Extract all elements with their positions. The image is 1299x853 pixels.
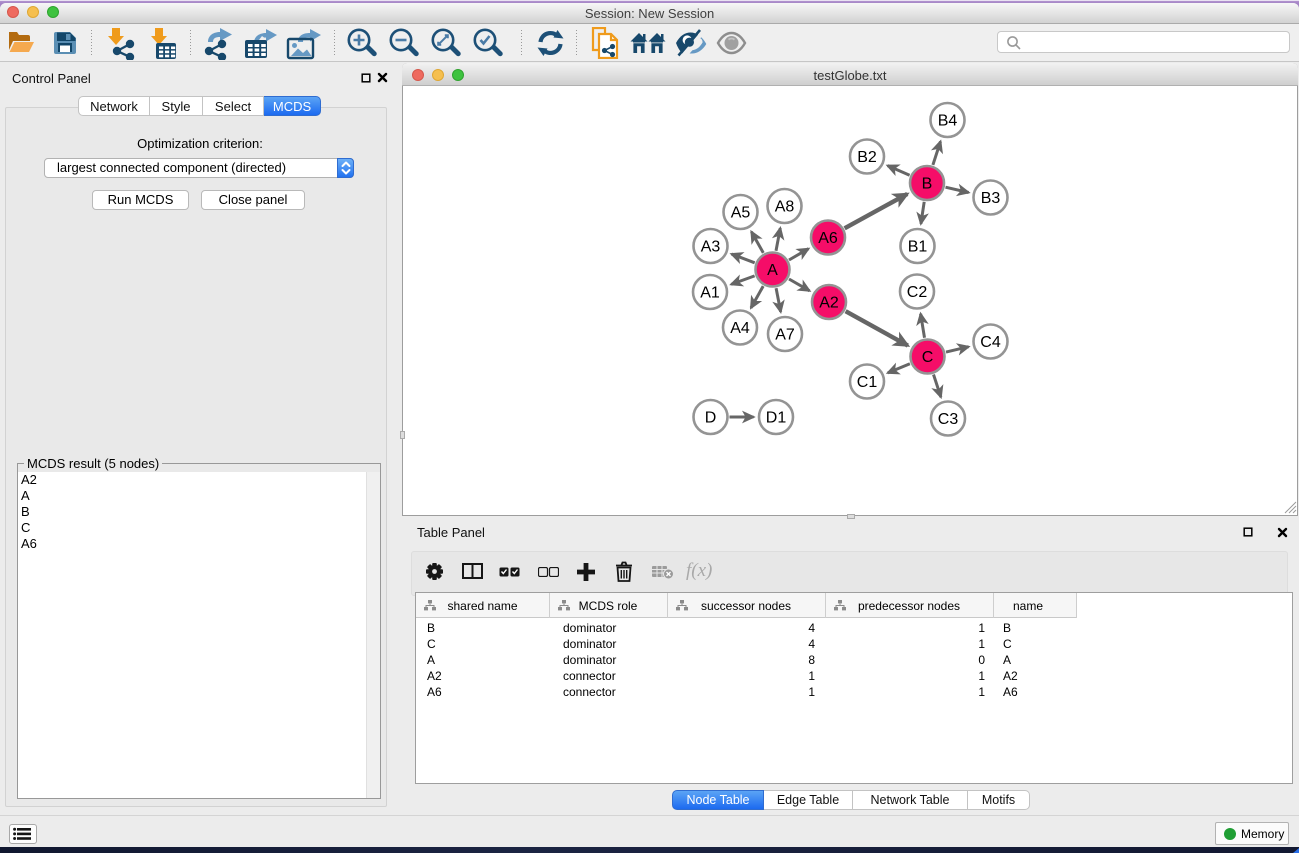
svg-text:B4: B4 [938, 113, 958, 130]
svg-text:A: A [767, 262, 778, 279]
svg-text:A7: A7 [775, 327, 795, 344]
svg-text:C1: C1 [857, 374, 878, 391]
svg-text:D: D [705, 410, 717, 427]
svg-text:A2: A2 [819, 295, 839, 312]
svg-text:C2: C2 [907, 284, 928, 301]
svg-text:A5: A5 [731, 205, 751, 222]
svg-text:B: B [922, 176, 933, 193]
svg-text:B3: B3 [981, 190, 1001, 207]
svg-text:A3: A3 [701, 239, 721, 256]
svg-text:C: C [922, 349, 934, 366]
svg-text:C3: C3 [938, 411, 959, 428]
svg-text:D1: D1 [766, 410, 787, 427]
svg-text:C4: C4 [980, 334, 1001, 351]
svg-text:A6: A6 [818, 230, 838, 247]
svg-text:A4: A4 [730, 320, 750, 337]
svg-text:A1: A1 [700, 285, 720, 302]
svg-text:A8: A8 [775, 199, 795, 216]
svg-text:B1: B1 [908, 239, 928, 256]
svg-text:B2: B2 [857, 149, 877, 166]
